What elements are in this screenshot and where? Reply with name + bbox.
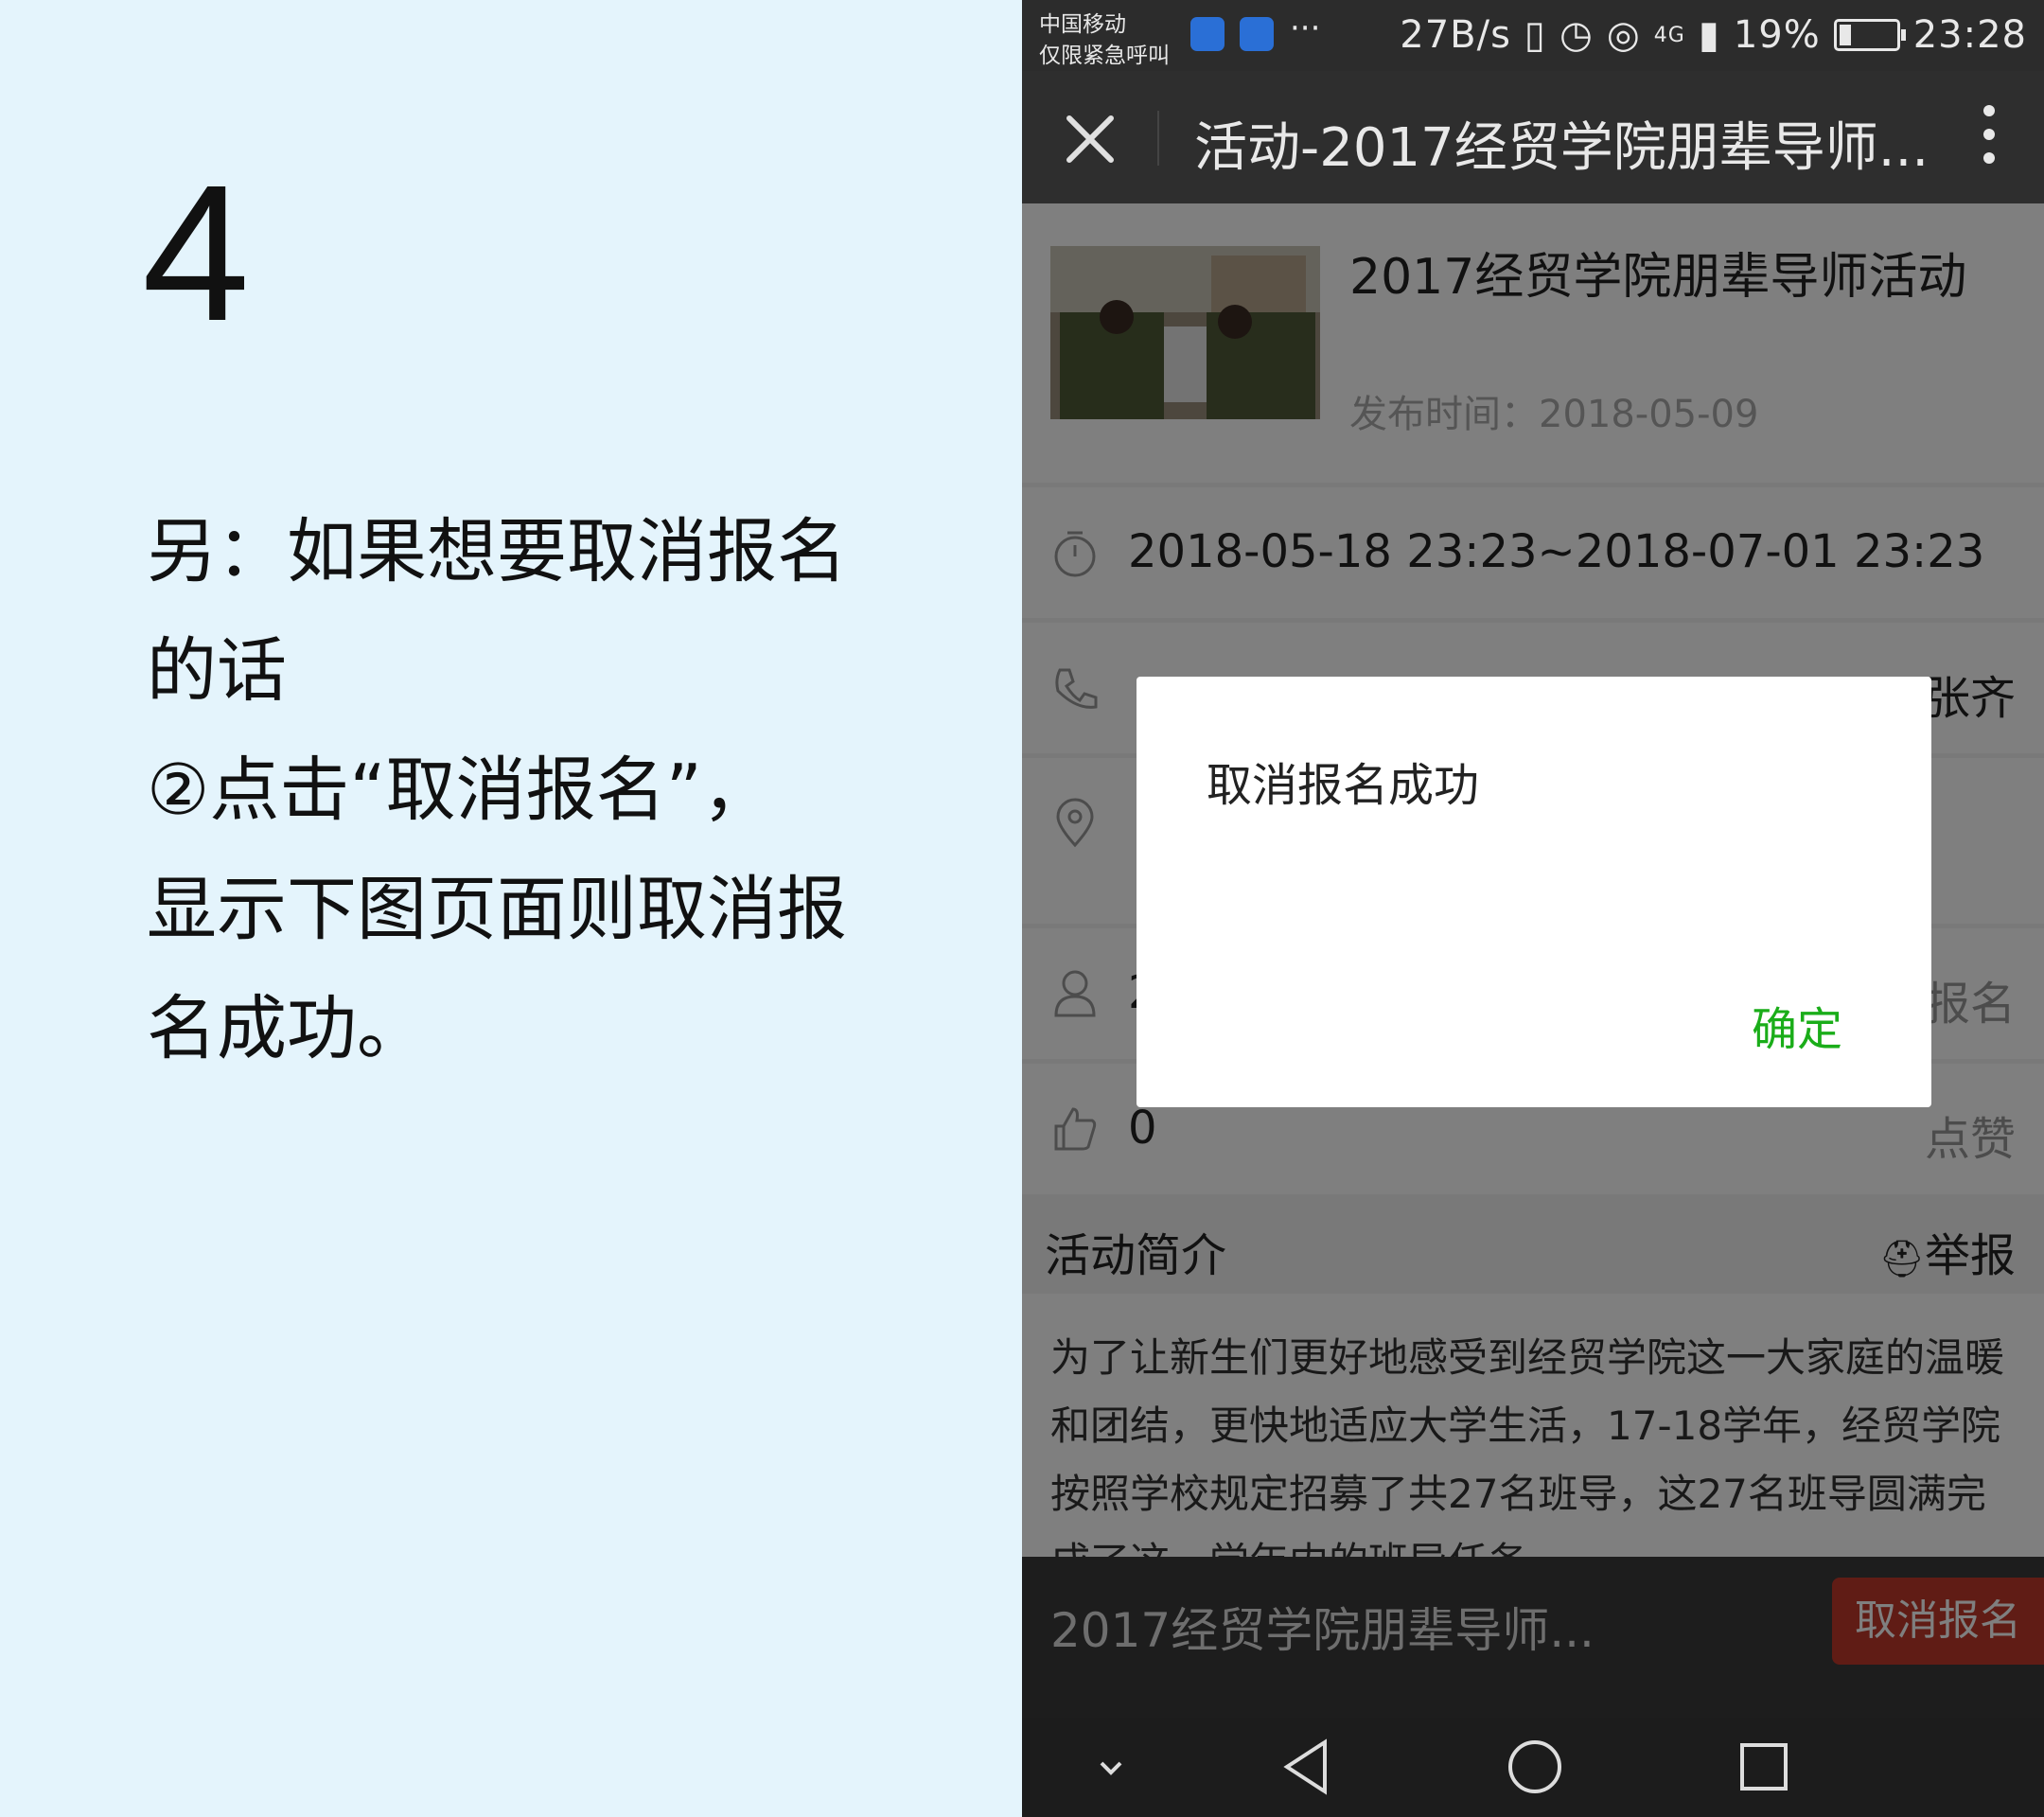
instruction-line: 显示下图页面则取消报 [147,869,847,950]
back-icon[interactable] [1279,1737,1332,1797]
title-bar: 活动-2017经贸学院朋辈导师... [1022,71,2044,203]
chevron-down-icon[interactable] [1088,1746,1134,1791]
more-notifications-icon: ··· [1290,9,1321,47]
success-dialog: 取消报名成功 确定 [1137,677,1931,1107]
more-vertical-icon[interactable] [1980,105,1999,169]
alarm-icon: ◷ [1559,13,1594,57]
system-nav-bar [1022,1718,2044,1817]
step-number: 4 [142,145,251,362]
status-bar: 中国移动 仅限紧急呼叫 ··· 27B/s ▯ ◷ ◎ 4G ▮ 19% 23:… [1022,0,2044,71]
instruction-panel: 4 另：如果想要取消报名 的话 ②点击“取消报名”， 显示下图页面则取消报 名成… [0,0,1022,1817]
status-right: 27B/s ▯ ◷ ◎ 4G ▮ 19% 23:28 [1400,13,2027,57]
divider [1157,111,1159,166]
phone-screen: 中国移动 仅限紧急呼叫 ··· 27B/s ▯ ◷ ◎ 4G ▮ 19% 23:… [1022,0,2044,1817]
instruction-line: ②点击“取消报名”， [147,750,773,831]
close-icon[interactable] [1060,109,1120,169]
shield-icon [1240,17,1274,51]
confirm-button[interactable]: 确定 [1752,992,1842,1058]
clock: 23:28 [1912,13,2027,57]
battery-percent: 19% [1733,13,1821,57]
signal-icon: ▮ [1698,13,1720,57]
carrier-name: 中国移动 [1039,12,1126,37]
instruction-line: 另：如果想要取消报名 [147,511,847,592]
net-speed: 27B/s [1400,13,1511,57]
page-title: 活动-2017经贸学院朋辈导师... [1194,117,1929,179]
battery-icon [1833,19,1906,51]
wifi-hotspot-icon [1190,17,1225,51]
home-icon[interactable] [1505,1737,1565,1797]
vibrate-icon: ▯ [1524,13,1546,57]
recent-apps-icon[interactable] [1737,1740,1790,1793]
carrier-status: 仅限紧急呼叫 [1039,44,1170,68]
instruction-line: 名成功。 [147,988,427,1069]
instruction-text: 另：如果想要取消报名 的话 ②点击“取消报名”， 显示下图页面则取消报 名成功。 [147,492,904,1088]
instruction-line: 的话 [147,630,287,712]
network-type: 4G [1653,23,1685,47]
dialog-message: 取消报名成功 [1207,759,1480,812]
eye-icon: ◎ [1606,13,1641,57]
